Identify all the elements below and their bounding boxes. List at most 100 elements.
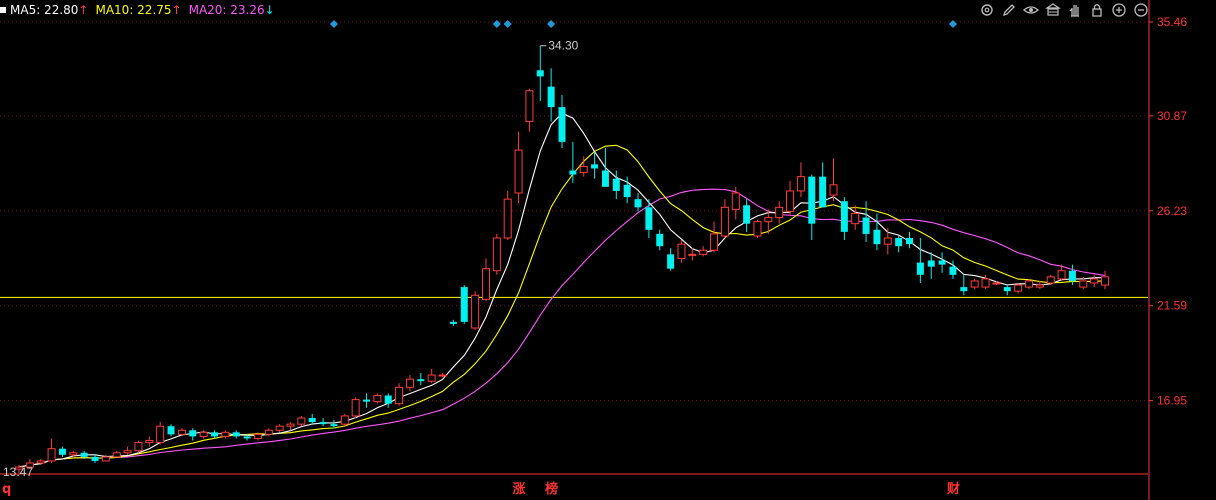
candle-body-down xyxy=(623,184,631,198)
legend-ma5-arrow: ↑ xyxy=(78,3,89,17)
candle-body-up xyxy=(764,217,773,223)
candle-body-up xyxy=(405,378,414,388)
candle-body-down xyxy=(938,260,946,265)
pen-button[interactable] xyxy=(1000,1,1018,19)
candle-body-up xyxy=(221,431,230,437)
candle-body-down xyxy=(949,266,957,275)
candle-body-down xyxy=(58,448,66,455)
zoom-out-button[interactable] xyxy=(1132,1,1150,19)
event-label: 涨 xyxy=(512,482,526,497)
candlestick-chart[interactable]: 35.46 30.87 26.23 21.59 16.95 34.30 13.47 q 涨 榜 财 xyxy=(0,0,1216,500)
ma5-line xyxy=(18,112,1105,468)
ma10-line xyxy=(18,144,1106,468)
candle-body-up xyxy=(579,165,588,174)
settings-icon xyxy=(981,4,993,16)
candle-body-down xyxy=(819,176,827,208)
legend-marker xyxy=(0,7,6,13)
zoom-in-icon xyxy=(1112,3,1126,17)
event-label: q xyxy=(2,482,11,497)
candle-body-up xyxy=(525,90,534,122)
candle-body-down xyxy=(1003,287,1011,292)
eye-button[interactable] xyxy=(1022,1,1040,19)
candle-body-up xyxy=(851,212,860,225)
candle-body-up xyxy=(36,460,45,464)
bank-button[interactable] xyxy=(1044,1,1062,19)
candle-body-up xyxy=(275,425,284,431)
y-tick-label: 16.95 xyxy=(1157,394,1187,408)
candle-body-up xyxy=(145,440,154,444)
candle-body-up xyxy=(1035,284,1044,288)
candle-body-up xyxy=(1046,276,1055,284)
candle-body-down xyxy=(862,217,870,234)
candle-body-down xyxy=(243,436,251,439)
candle-body-up xyxy=(286,423,295,427)
candle-body-up xyxy=(47,448,56,462)
pen-icon xyxy=(1002,4,1015,17)
legend-ma20-arrow: ↓ xyxy=(264,3,275,17)
candle-body-up xyxy=(351,399,360,417)
y-tick-label: 21.59 xyxy=(1157,299,1187,313)
candle-body-up xyxy=(438,374,447,377)
candle-body-up xyxy=(992,282,1001,285)
candle-body-up xyxy=(177,429,186,435)
y-tick-label: 35.46 xyxy=(1157,15,1187,29)
candle-body-up xyxy=(373,395,382,403)
candle-body-down xyxy=(417,379,425,382)
event-label: 榜 xyxy=(545,481,558,497)
settings-button[interactable] xyxy=(978,1,996,19)
hand-button[interactable] xyxy=(1066,1,1084,19)
candle-body-up xyxy=(297,417,306,425)
candle-body-down xyxy=(384,395,392,404)
candle-body-up xyxy=(1024,280,1033,288)
candle-body-up xyxy=(253,433,262,439)
candle-body-up xyxy=(1079,280,1088,288)
eye-icon xyxy=(1023,6,1039,14)
candle-body-up xyxy=(101,456,110,462)
candle-body-up xyxy=(514,149,523,194)
candle-body-down xyxy=(547,86,555,108)
hand-icon xyxy=(1069,5,1079,17)
legend-ma5-label: MA5: 22.80 xyxy=(10,3,79,17)
lock-button[interactable] xyxy=(1088,1,1106,19)
candle-body-up xyxy=(753,221,762,237)
low-label: 13.47 xyxy=(3,465,33,479)
candle-body-up xyxy=(699,249,708,255)
event-marker xyxy=(503,20,512,28)
candle-body-up xyxy=(710,233,719,251)
candle-body-up xyxy=(492,237,501,272)
candle-body-up xyxy=(481,268,490,300)
candle-body-down xyxy=(91,456,99,461)
candle-body-down xyxy=(558,107,566,142)
event-marker xyxy=(547,20,556,28)
candle-body-down xyxy=(189,430,197,437)
candle-body-down xyxy=(569,170,577,175)
zoom-in-button[interactable] xyxy=(1110,1,1128,19)
candle-body-down xyxy=(873,229,881,245)
event-marker xyxy=(329,20,338,28)
candle-body-down xyxy=(808,176,816,224)
candle-body-down xyxy=(601,170,609,187)
candle-body-up xyxy=(1101,276,1109,286)
candle-body-down xyxy=(167,426,175,435)
candle-body-up xyxy=(264,429,273,435)
ma20-line xyxy=(18,188,1106,468)
y-tick-label: 30.87 xyxy=(1157,109,1187,123)
candle-body-up xyxy=(970,280,979,288)
candle-body-up xyxy=(775,206,784,219)
candle-body-up xyxy=(340,415,349,425)
candle-body-up xyxy=(731,192,740,210)
candle-body-down xyxy=(927,260,935,267)
candle-body-up xyxy=(883,237,892,245)
legend-ma20: MA20: 23.26↓ xyxy=(189,3,275,17)
zoom-out-icon xyxy=(1134,3,1148,17)
candle-body-down xyxy=(906,238,914,245)
legend-ma10: MA10: 22.75↑ xyxy=(95,3,181,17)
candle-body-up xyxy=(123,450,132,454)
candle-body-down xyxy=(895,238,903,247)
candle-body-down xyxy=(645,207,653,230)
candle-body-up xyxy=(69,452,78,456)
candle-body-down xyxy=(80,452,88,457)
candle-body-up xyxy=(112,452,121,458)
candle-body-down xyxy=(960,287,968,292)
legend-ma20-label: MA20: 23.26 xyxy=(188,3,265,17)
